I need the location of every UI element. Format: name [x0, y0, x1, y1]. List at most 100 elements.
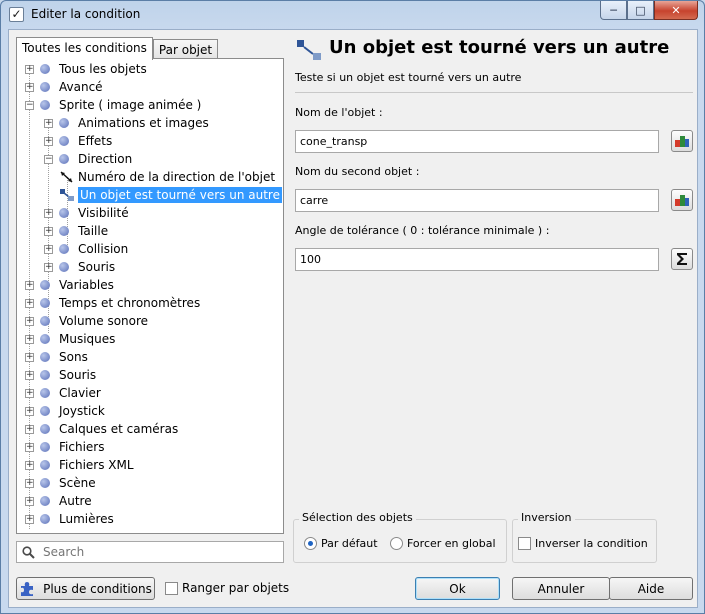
- tree-item[interactable]: + Calques et caméras: [25, 420, 178, 438]
- sort-checkbox-box: [165, 581, 178, 595]
- tree-item[interactable]: + Volume sonore: [25, 312, 148, 330]
- expand-icon[interactable]: +: [25, 514, 34, 524]
- category-dot-icon: [40, 424, 50, 434]
- tolerance-field[interactable]: [295, 248, 659, 271]
- tree-item-label: Clavier: [59, 386, 101, 400]
- tree-item[interactable]: + Tous les objets: [25, 60, 147, 78]
- expand-icon[interactable]: +: [44, 244, 53, 254]
- radio-force-global[interactable]: Forcer en global: [390, 537, 496, 550]
- category-dot-icon: [40, 370, 50, 380]
- expand-icon[interactable]: +: [44, 226, 53, 236]
- tree-item[interactable]: + Collision: [44, 240, 128, 258]
- expression-editor-button[interactable]: [671, 248, 693, 270]
- expand-icon[interactable]: +: [25, 424, 34, 434]
- tree-item[interactable]: + Fichiers XML: [25, 456, 134, 474]
- category-dot-icon: [40, 64, 50, 74]
- radio-default-label: Par défaut: [321, 537, 378, 550]
- tree-item-label: Volume sonore: [59, 314, 149, 328]
- inversion-title: Inversion: [518, 511, 575, 524]
- title-bar[interactable]: ✓ Editer la condition ─ □ ✕: [1, 1, 704, 29]
- radio-force-global-circle: [390, 537, 403, 550]
- close-button[interactable]: ✕: [654, 1, 698, 20]
- tree-item[interactable]: + Animations et images: [44, 114, 209, 132]
- expand-icon[interactable]: +: [25, 316, 34, 326]
- tree-item-label: Calques et caméras: [59, 422, 179, 436]
- category-dot-icon: [40, 388, 50, 398]
- tree-item-label: Lumières: [59, 512, 114, 526]
- maximize-button[interactable]: □: [627, 1, 654, 20]
- tree-item[interactable]: + Temps et chronomètres: [25, 294, 200, 312]
- object-direction-icon: [60, 189, 74, 201]
- expand-icon[interactable]: +: [44, 262, 53, 272]
- tree-item[interactable]: + Souris: [44, 258, 115, 276]
- tree-item[interactable]: + Souris: [25, 366, 96, 384]
- tree-item[interactable]: + Joystick: [25, 402, 105, 420]
- tree-item[interactable]: + Visibilité: [44, 204, 129, 222]
- tree-item[interactable]: + Scène: [25, 474, 96, 492]
- expand-icon[interactable]: +: [44, 118, 53, 128]
- tree-item[interactable]: + Autre: [25, 492, 92, 510]
- search-box[interactable]: [16, 541, 284, 563]
- category-dot-icon: [40, 514, 50, 524]
- radio-default[interactable]: Par défaut: [304, 537, 378, 550]
- expand-icon[interactable]: +: [25, 82, 34, 92]
- conditions-tree[interactable]: + Tous les objets + Avancé − Sprite ( image a…: [16, 58, 284, 534]
- sort-by-object-checkbox[interactable]: Ranger par objets: [165, 581, 289, 595]
- expand-icon[interactable]: +: [25, 298, 34, 308]
- tab-by-object[interactable]: Par objet: [152, 39, 219, 60]
- tree-item[interactable]: − Sprite ( image animée ): [25, 96, 201, 114]
- expand-icon[interactable]: +: [25, 352, 34, 362]
- help-button[interactable]: Aide: [609, 577, 693, 600]
- second-object-picker-button[interactable]: [671, 189, 693, 211]
- collapse-icon[interactable]: −: [44, 154, 53, 164]
- tree-item-label: Scène: [59, 476, 96, 490]
- expand-icon[interactable]: +: [25, 406, 34, 416]
- expand-icon[interactable]: +: [25, 64, 34, 74]
- search-input[interactable]: [41, 544, 261, 560]
- tree-item[interactable]: + Lumières: [25, 510, 114, 528]
- window-title: Editer la condition: [31, 7, 141, 21]
- tree-item[interactable]: + Taille: [44, 222, 108, 240]
- expand-icon[interactable]: +: [25, 460, 34, 470]
- cancel-button[interactable]: Annuler: [512, 577, 610, 600]
- category-dot-icon: [59, 226, 69, 236]
- tree-item[interactable]: + Avancé: [25, 78, 103, 96]
- tree-item[interactable]: Numéro de la direction de l'objet: [59, 168, 275, 186]
- more-conditions-button[interactable]: Plus de conditions: [16, 577, 155, 600]
- tree-item[interactable]: + Musiques: [25, 330, 115, 348]
- object-picker-button[interactable]: [671, 130, 693, 152]
- invert-condition-checkbox[interactable]: Inverser la condition: [518, 537, 648, 550]
- expand-icon[interactable]: +: [25, 478, 34, 488]
- expand-icon[interactable]: +: [25, 442, 34, 452]
- tree-item[interactable]: + Variables: [25, 276, 114, 294]
- collapse-icon[interactable]: −: [25, 100, 34, 110]
- tree-item[interactable]: − Direction: [44, 150, 132, 168]
- expand-icon[interactable]: +: [25, 370, 34, 380]
- tree-item[interactable]: + Effets: [44, 132, 112, 150]
- expand-icon[interactable]: +: [25, 496, 34, 506]
- expand-icon[interactable]: +: [25, 334, 34, 344]
- minimize-button[interactable]: ─: [600, 1, 627, 20]
- tree-item-label: Animations et images: [78, 116, 209, 130]
- expand-icon[interactable]: +: [25, 388, 34, 398]
- tree-item[interactable]: + Sons: [25, 348, 88, 366]
- second-object-field[interactable]: [295, 189, 659, 212]
- object-name-field[interactable]: [295, 130, 659, 153]
- tab-all-conditions[interactable]: Toutes les conditions: [16, 37, 153, 60]
- tree-item[interactable]: + Fichiers: [25, 438, 104, 456]
- tree-item-label: Visibilité: [78, 206, 129, 220]
- ok-button[interactable]: Ok: [415, 577, 500, 600]
- tree-item-label: Fichiers XML: [59, 458, 134, 472]
- category-dot-icon: [40, 460, 50, 470]
- expand-icon[interactable]: +: [44, 136, 53, 146]
- category-dot-icon: [40, 478, 50, 488]
- object-picker-icon: [675, 136, 689, 147]
- more-conditions-label: Plus de conditions: [43, 581, 152, 596]
- expand-icon[interactable]: +: [25, 280, 34, 290]
- tree-item-label: Variables: [59, 278, 114, 292]
- tree-item[interactable]: Un objet est tourné vers un autre: [59, 186, 282, 204]
- tree-item-label: Avancé: [59, 80, 103, 94]
- expand-icon[interactable]: +: [44, 208, 53, 218]
- inversion-group: Inversion Inverser la condition: [512, 511, 657, 563]
- tree-item[interactable]: + Clavier: [25, 384, 101, 402]
